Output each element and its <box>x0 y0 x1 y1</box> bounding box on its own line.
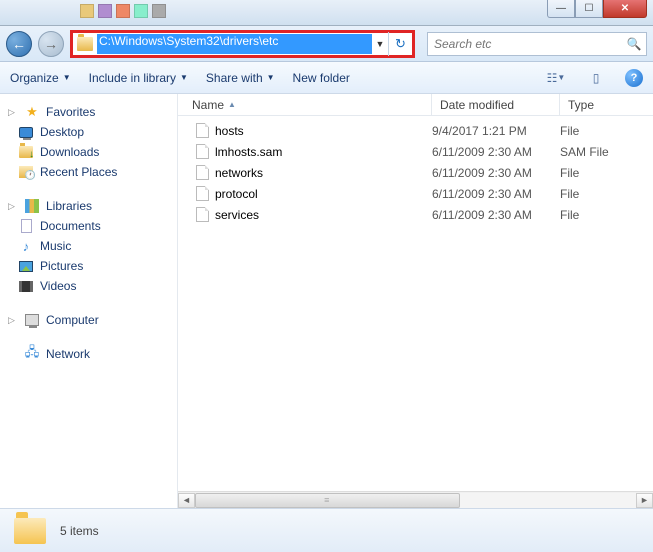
sidebar-item-pictures[interactable]: Pictures <box>4 256 177 276</box>
column-type[interactable]: Type <box>560 94 653 115</box>
navigation-pane: ▷★Favorites Desktop Downloads Recent Pla… <box>0 94 178 508</box>
file-row[interactable]: lmhosts.sam 6/11/2009 2:30 AMSAM File <box>178 141 653 162</box>
address-bar[interactable]: C:\Windows\System32\drivers\etc <box>97 34 372 54</box>
file-date: 6/11/2009 2:30 AM <box>432 187 560 201</box>
file-type: File <box>560 124 579 138</box>
file-date: 6/11/2009 2:30 AM <box>432 208 560 222</box>
minimize-button[interactable]: — <box>547 0 575 18</box>
sidebar-item-music[interactable]: ♪Music <box>4 236 177 256</box>
column-headers: Name▲ Date modified Type <box>178 94 653 116</box>
scroll-left-button[interactable]: ◄ <box>178 493 195 508</box>
view-options-button[interactable]: ☷ ▼ <box>545 68 567 88</box>
close-button[interactable]: ✕ <box>603 0 647 18</box>
search-icon[interactable]: 🔍 <box>622 37 646 51</box>
file-row[interactable]: services 6/11/2009 2:30 AMFile <box>178 204 653 225</box>
share-with-menu[interactable]: Share with▼ <box>206 71 275 85</box>
item-count: 5 items <box>60 524 99 538</box>
file-name: lmhosts.sam <box>215 145 282 159</box>
scroll-right-button[interactable]: ► <box>636 493 653 508</box>
new-folder-button[interactable]: New folder <box>293 71 350 85</box>
search-input[interactable] <box>428 37 622 51</box>
favorites-group[interactable]: ▷★Favorites <box>4 102 177 122</box>
preview-pane-button[interactable]: ▯ <box>585 68 607 88</box>
libraries-group[interactable]: ▷Libraries <box>4 196 177 216</box>
address-dropdown[interactable]: ▼ <box>372 39 388 49</box>
sidebar-item-desktop[interactable]: Desktop <box>4 122 177 142</box>
file-name: networks <box>215 166 263 180</box>
maximize-button[interactable]: ☐ <box>575 0 603 18</box>
file-icon <box>196 186 209 201</box>
file-row[interactable]: networks 6/11/2009 2:30 AMFile <box>178 162 653 183</box>
navigation-bar: ← → C:\Windows\System32\drivers\etc ▼ ↻ … <box>0 26 653 62</box>
sidebar-item-documents[interactable]: Documents <box>4 216 177 236</box>
file-icon <box>196 123 209 138</box>
file-name: hosts <box>215 124 244 138</box>
include-library-menu[interactable]: Include in library▼ <box>89 71 188 85</box>
column-name[interactable]: Name▲ <box>178 94 432 115</box>
horizontal-scrollbar[interactable]: ◄ ≡ ► <box>178 491 653 508</box>
sidebar-item-recent-places[interactable]: Recent Places <box>4 162 177 182</box>
file-row[interactable]: protocol 6/11/2009 2:30 AMFile <box>178 183 653 204</box>
sidebar-item-downloads[interactable]: Downloads <box>4 142 177 162</box>
column-date-modified[interactable]: Date modified <box>432 94 560 115</box>
refresh-button[interactable]: ↻ <box>388 32 412 56</box>
file-icon <box>196 207 209 222</box>
toolbar-color-swatches <box>80 4 166 18</box>
file-icon <box>196 165 209 180</box>
scroll-thumb[interactable]: ≡ <box>195 493 460 508</box>
address-bar-highlight: C:\Windows\System32\drivers\etc ▼ ↻ <box>70 30 415 58</box>
file-row[interactable]: hosts 9/4/2017 1:21 PMFile <box>178 120 653 141</box>
search-box[interactable]: 🔍 <box>427 32 647 56</box>
back-button[interactable]: ← <box>6 31 32 57</box>
file-name: protocol <box>215 187 258 201</box>
file-name: services <box>215 208 259 222</box>
folder-icon <box>77 37 93 51</box>
folder-icon <box>14 518 46 544</box>
file-type: File <box>560 208 579 222</box>
titlebar: — ☐ ✕ <box>0 0 653 26</box>
file-list-pane: Name▲ Date modified Type hosts 9/4/2017 1… <box>178 94 653 508</box>
forward-button[interactable]: → <box>38 31 64 57</box>
file-icon <box>196 144 209 159</box>
computer-group[interactable]: ▷Computer <box>4 310 177 330</box>
command-bar: Organize▼ Include in library▼ Share with… <box>0 62 653 94</box>
file-date: 9/4/2017 1:21 PM <box>432 124 560 138</box>
file-date: 6/11/2009 2:30 AM <box>432 145 560 159</box>
file-date: 6/11/2009 2:30 AM <box>432 166 560 180</box>
help-button[interactable]: ? <box>625 69 643 87</box>
details-pane: 5 items <box>0 508 653 552</box>
network-group[interactable]: 🖧Network <box>4 344 177 364</box>
file-type: File <box>560 187 579 201</box>
file-type: SAM File <box>560 145 609 159</box>
file-type: File <box>560 166 579 180</box>
organize-menu[interactable]: Organize▼ <box>10 71 71 85</box>
sidebar-item-videos[interactable]: Videos <box>4 276 177 296</box>
